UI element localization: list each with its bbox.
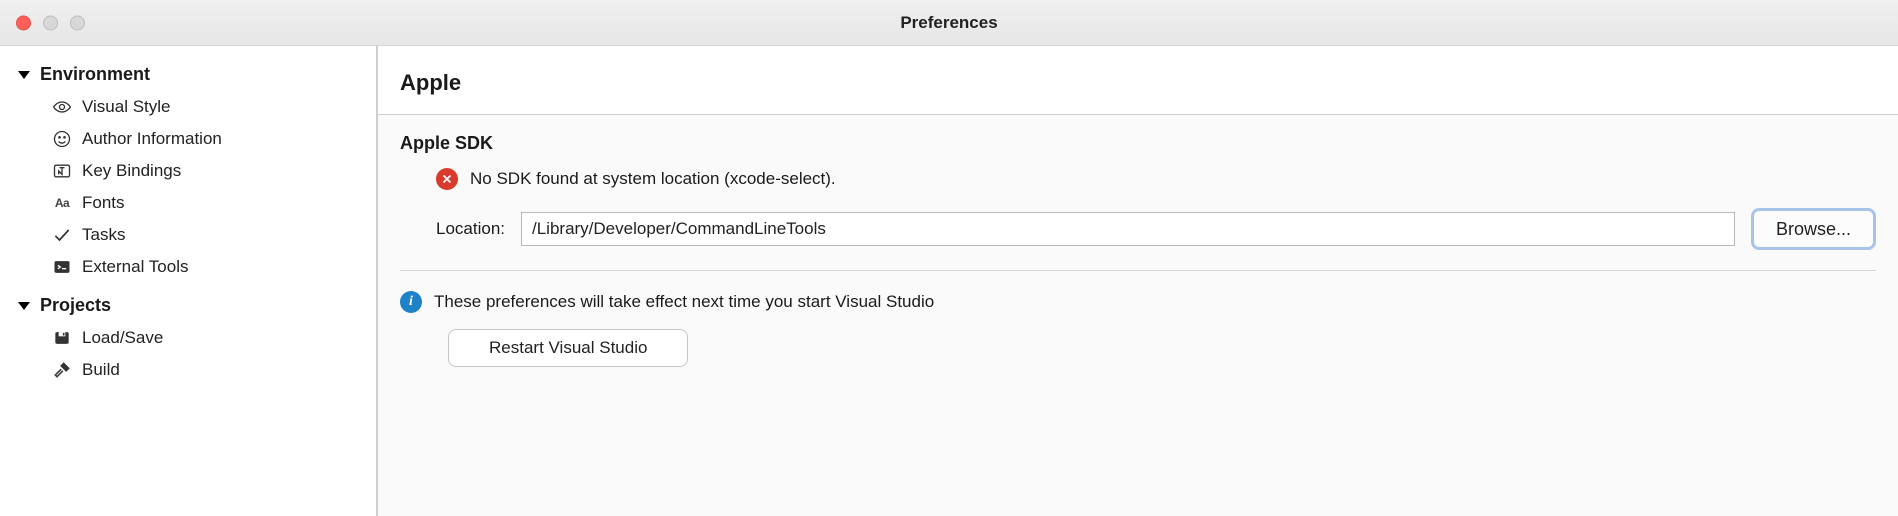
window-title: Preferences (900, 13, 997, 33)
sidebar-item-label: Key Bindings (82, 161, 181, 181)
sidebar-section-label: Environment (40, 64, 150, 85)
sidebar-item-label: Author Information (82, 129, 222, 149)
disclosure-triangle-icon (18, 71, 30, 79)
window-titlebar: Preferences (0, 0, 1898, 46)
terminal-icon (52, 257, 72, 277)
hammer-icon (52, 360, 72, 380)
restart-info-row: i These preferences will take effect nex… (400, 291, 1876, 313)
sidebar-item-label: External Tools (82, 257, 188, 277)
smiley-icon (52, 129, 72, 149)
traffic-lights (16, 15, 85, 30)
keycap-icon (52, 161, 72, 181)
divider (400, 270, 1876, 271)
sidebar-item-key-bindings[interactable]: Key Bindings (18, 155, 376, 187)
sidebar-item-label: Fonts (82, 193, 125, 213)
group-title-apple-sdk: Apple SDK (400, 133, 1876, 154)
check-icon (52, 225, 72, 245)
restart-info-message: These preferences will take effect next … (434, 292, 934, 312)
restart-button[interactable]: Restart Visual Studio (448, 329, 688, 367)
preferences-sidebar: Environment Visual Style Author Informat… (0, 46, 378, 516)
sidebar-section-environment[interactable]: Environment (18, 60, 376, 91)
sidebar-item-label: Tasks (82, 225, 125, 245)
sdk-error-message: No SDK found at system location (xcode-s… (470, 169, 836, 189)
disclosure-triangle-icon (18, 302, 30, 310)
sidebar-item-tasks[interactable]: Tasks (18, 219, 376, 251)
sidebar-item-visual-style[interactable]: Visual Style (18, 91, 376, 123)
zoom-window-button[interactable] (70, 15, 85, 30)
sidebar-item-load-save[interactable]: Load/Save (18, 322, 376, 354)
sidebar-item-fonts[interactable]: Aa Fonts (18, 187, 376, 219)
sdk-error-row: No SDK found at system location (xcode-s… (400, 168, 1876, 190)
sidebar-item-label: Build (82, 360, 120, 380)
sidebar-item-label: Visual Style (82, 97, 171, 117)
error-icon (436, 168, 458, 190)
sidebar-item-label: Load/Save (82, 328, 163, 348)
location-label: Location: (436, 219, 505, 239)
disk-icon (52, 328, 72, 348)
sidebar-item-build[interactable]: Build (18, 354, 376, 386)
sidebar-section-label: Projects (40, 295, 111, 316)
page-title: Apple (378, 46, 1898, 115)
close-window-button[interactable] (16, 15, 31, 30)
sidebar-item-author-information[interactable]: Author Information (18, 123, 376, 155)
sdk-location-input[interactable] (521, 212, 1735, 246)
sidebar-item-external-tools[interactable]: External Tools (18, 251, 376, 283)
browse-button[interactable]: Browse... (1751, 208, 1876, 250)
content-pane: Apple Apple SDK No SDK found at system l… (378, 46, 1898, 516)
sidebar-section-projects[interactable]: Projects (18, 291, 376, 322)
minimize-window-button[interactable] (43, 15, 58, 30)
fonts-icon: Aa (52, 193, 72, 213)
info-icon: i (400, 291, 422, 313)
eye-icon (52, 97, 72, 117)
